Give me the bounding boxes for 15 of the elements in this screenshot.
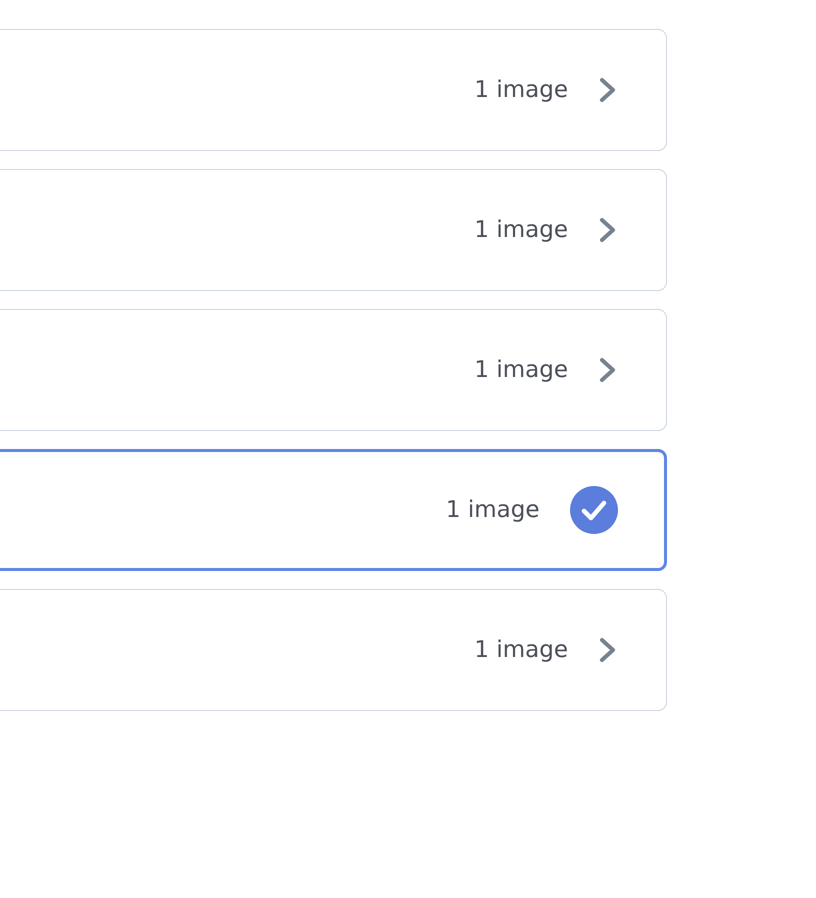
chevron-right-icon xyxy=(598,357,618,383)
checkmark-icon xyxy=(570,486,618,534)
image-count: 1 image xyxy=(474,77,568,103)
option-card[interactable]: 1 image xyxy=(0,449,667,571)
option-card[interactable]: 1 image xyxy=(0,309,667,431)
chevron-right-icon xyxy=(598,637,618,663)
image-count: 1 image xyxy=(474,217,568,243)
chevron-right-icon xyxy=(598,217,618,243)
image-count: 1 image xyxy=(446,497,540,523)
option-card[interactable]: 1 image xyxy=(0,29,667,151)
option-card[interactable]: 1 image xyxy=(0,169,667,291)
image-count: 1 image xyxy=(474,357,568,383)
option-card[interactable]: 1 image xyxy=(0,589,667,711)
image-count: 1 image xyxy=(474,637,568,663)
chevron-right-icon xyxy=(598,77,618,103)
